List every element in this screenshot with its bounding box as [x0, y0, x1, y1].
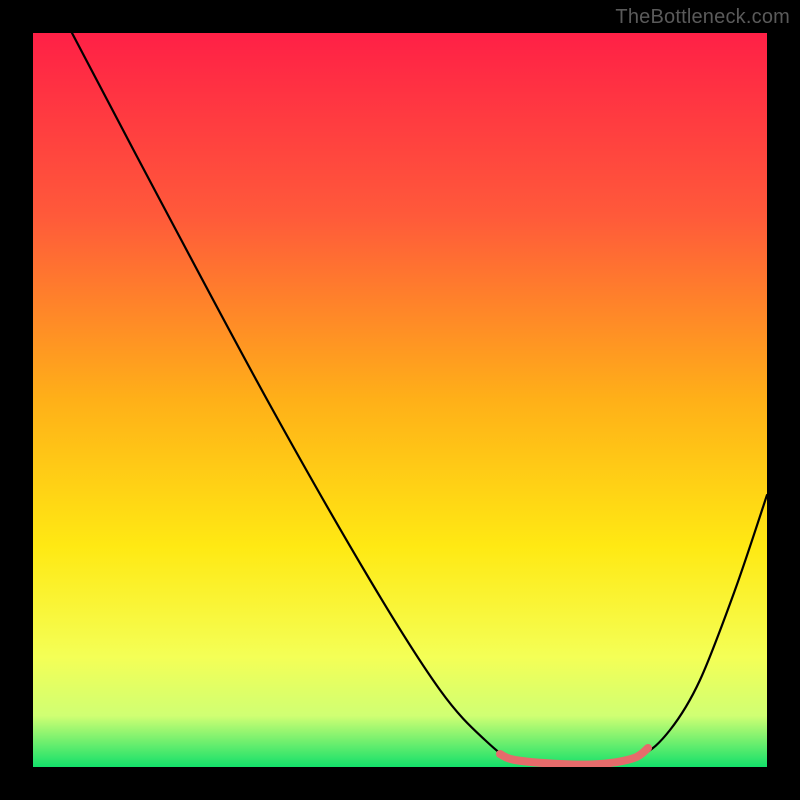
chart-frame: TheBottleneck.com	[0, 0, 800, 800]
plot-background	[33, 33, 767, 767]
attribution-label: TheBottleneck.com	[615, 6, 790, 29]
bottleneck-chart	[0, 0, 800, 800]
